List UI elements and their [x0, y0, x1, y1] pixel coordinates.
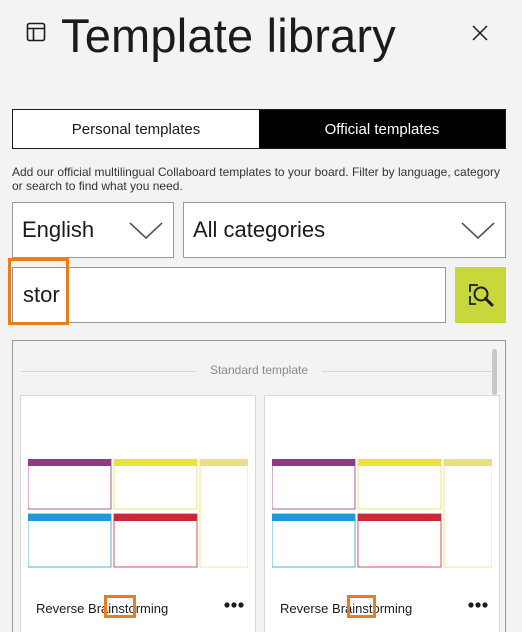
close-icon[interactable]	[469, 22, 491, 44]
match-highlight	[347, 595, 376, 618]
chevron-down-icon	[129, 222, 163, 240]
more-icon[interactable]	[221, 596, 247, 614]
template-card[interactable]: Reverse Brainstorming	[20, 395, 256, 632]
match-highlight	[104, 595, 136, 618]
language-select-value: English	[22, 217, 95, 242]
language-select[interactable]: English	[12, 202, 174, 258]
chevron-down-icon	[461, 222, 495, 240]
search-button[interactable]	[455, 267, 506, 323]
more-icon[interactable]	[465, 596, 491, 614]
scrollbar[interactable]	[492, 349, 497, 395]
category-select-value: All categories	[193, 217, 326, 242]
search-text-highlight	[8, 258, 69, 325]
search-icon	[468, 284, 493, 307]
search-input[interactable]: stor	[12, 267, 446, 323]
page-title: Template library	[61, 9, 396, 62]
template-thumbnail	[28, 459, 248, 568]
section-label: Standard template	[195, 363, 323, 377]
tab-official-templates[interactable]: Official templates	[259, 110, 505, 148]
template-name: Reverse Brainstorming	[36, 601, 169, 616]
template-thumbnail	[272, 459, 492, 568]
results-list[interactable]: Standard template Reverse Brainstorming	[12, 340, 506, 632]
template-tabs: Personal templates Official templates	[12, 109, 506, 149]
description-text: Add our official multilingual Collaboard…	[12, 165, 501, 193]
category-select[interactable]: All categories	[183, 202, 506, 258]
layout-icon	[26, 22, 46, 42]
template-card[interactable]: Reverse Brainstorming	[264, 395, 500, 632]
tab-personal-templates[interactable]: Personal templates	[13, 110, 259, 148]
